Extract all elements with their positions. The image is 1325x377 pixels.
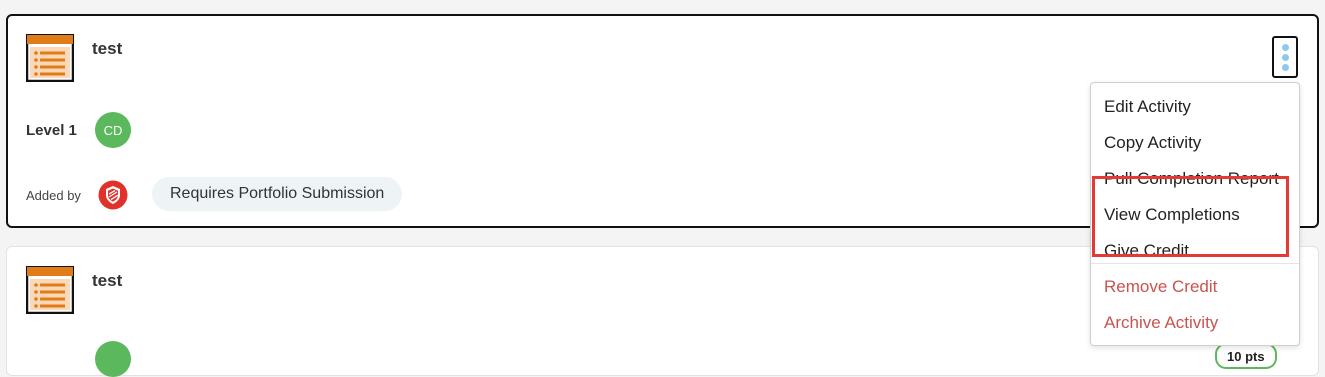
kebab-dot-icon	[1281, 43, 1289, 51]
points-badge: 10 pts	[1215, 343, 1277, 369]
red-shield-badge-icon	[98, 180, 128, 210]
added-by-label: Added by	[26, 188, 81, 203]
avatar[interactable]	[95, 341, 131, 377]
level-label: Level 1	[26, 122, 77, 139]
menu-item-pull-completion-report[interactable]: Pull Completion Report	[1104, 169, 1279, 189]
requirement-tag: Requires Portfolio Submission	[152, 177, 403, 211]
menu-item-copy-activity[interactable]: Copy Activity	[1104, 133, 1201, 153]
menu-item-remove-credit[interactable]: Remove Credit	[1104, 277, 1217, 297]
avatar[interactable]: CD	[95, 112, 131, 148]
menu-item-archive-activity[interactable]: Archive Activity	[1104, 313, 1218, 333]
kebab-menu-button[interactable]	[1272, 36, 1298, 78]
activity-title[interactable]: test	[92, 271, 122, 291]
menu-item-edit-activity[interactable]: Edit Activity	[1104, 97, 1191, 117]
kebab-dot-icon	[1281, 53, 1289, 61]
list-document-icon	[26, 266, 74, 314]
activity-title[interactable]: test	[92, 39, 122, 59]
kebab-dot-icon	[1281, 63, 1289, 71]
activity-actions-menu: Edit Activity Copy Activity Pull Complet…	[1090, 82, 1300, 346]
menu-item-give-credit[interactable]: Give Credit	[1104, 241, 1189, 261]
menu-item-view-completions[interactable]: View Completions	[1104, 205, 1240, 225]
list-document-icon	[26, 34, 74, 82]
menu-divider	[1091, 263, 1299, 264]
